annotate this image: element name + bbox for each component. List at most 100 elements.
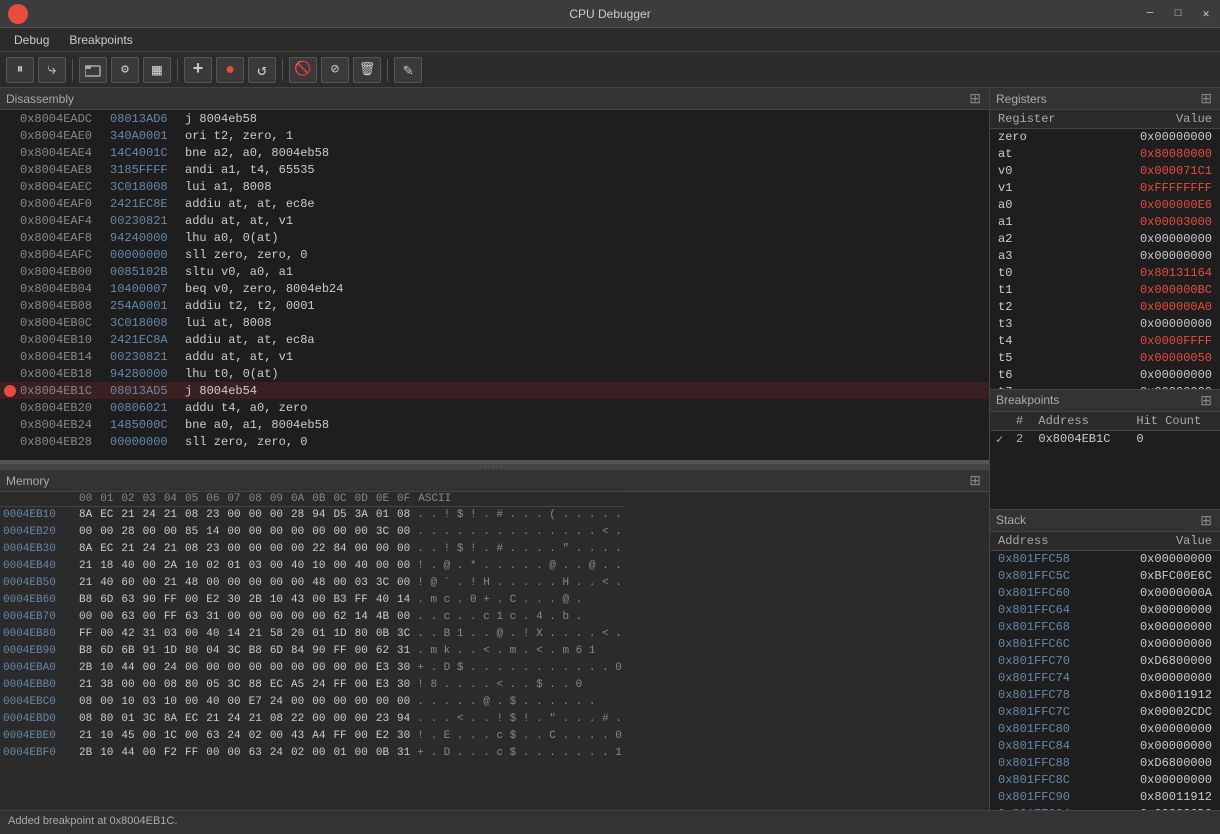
mem-cell[interactable]: 14 (202, 524, 223, 541)
mem-cell[interactable]: 00 (223, 660, 244, 677)
dis-row[interactable]: 0x8004EB102421EC8Aaddiu at, at, ec8a (0, 331, 989, 348)
mem-cell[interactable]: 40 (202, 694, 223, 711)
mem-cell[interactable]: 0B (372, 626, 393, 643)
stack-expand-icon[interactable]: ⊞ (1198, 512, 1214, 529)
mem-cell[interactable]: 40 (372, 592, 393, 609)
reg-row[interactable]: a00x000000E6 (990, 197, 1220, 214)
mem-cell[interactable]: 00 (287, 541, 308, 558)
bp-disable-button[interactable]: ⊘ (321, 57, 349, 83)
memory-row[interactable]: 0004EB108AEC21242108230000002894D53A0108… (0, 507, 625, 524)
mem-cell[interactable]: 10 (96, 728, 117, 745)
memory-content[interactable]: 000102030405060708090A0B0C0D0E0FASCII 00… (0, 492, 989, 810)
dis-row[interactable]: 0x8004EB1894280000lhu t0, 0(at) (0, 365, 989, 382)
mem-cell[interactable]: 00 (329, 660, 350, 677)
mem-cell[interactable]: 00 (96, 694, 117, 711)
mem-cell[interactable]: 00 (266, 609, 287, 626)
mem-cell[interactable]: 01 (223, 558, 244, 575)
mem-cell[interactable]: 21 (245, 711, 266, 728)
mem-cell[interactable]: 00 (181, 592, 202, 609)
mem-cell[interactable]: 00 (96, 626, 117, 643)
mem-cell[interactable]: 00 (351, 711, 372, 728)
dis-row[interactable]: 0x8004EAE414C4001Cbne a2, a0, 8004eb58 (0, 144, 989, 161)
mem-cell[interactable]: 40 (287, 558, 308, 575)
stack-row[interactable]: 0x801FFC8C0x00000000 (990, 771, 1220, 788)
mem-cell[interactable]: 00 (329, 694, 350, 711)
mem-cell[interactable]: 31 (139, 626, 160, 643)
stack-row[interactable]: 0x801FFC900x80011912 (990, 788, 1220, 805)
mem-cell[interactable]: 00 (393, 541, 414, 558)
mem-cell[interactable]: 4B (372, 609, 393, 626)
mem-cell[interactable]: 62 (329, 609, 350, 626)
mem-cell[interactable]: 00 (223, 524, 244, 541)
memory-row[interactable]: 0004EBD00880013C8AEC21242108220000002394… (0, 711, 625, 728)
dis-row[interactable]: 0x8004EB2000806021addu t4, a0, zero (0, 399, 989, 416)
memory-row[interactable]: 0004EB40211840002A1002010300401000400000… (0, 558, 625, 575)
mem-cell[interactable]: 00 (96, 524, 117, 541)
mem-cell[interactable]: 40 (351, 558, 372, 575)
mem-cell[interactable]: 23 (202, 541, 223, 558)
mem-cell[interactable]: FF (351, 592, 372, 609)
mem-cell[interactable]: 00 (329, 711, 350, 728)
mem-cell[interactable]: 00 (393, 694, 414, 711)
edit-button[interactable]: ✎ (394, 57, 422, 83)
mem-cell[interactable]: 28 (117, 524, 138, 541)
mem-cell[interactable]: 31 (393, 745, 414, 762)
settings-button[interactable]: ⚙ (111, 57, 139, 83)
mem-cell[interactable]: 08 (181, 541, 202, 558)
mem-cell[interactable]: 30 (223, 592, 244, 609)
mem-cell[interactable]: 14 (223, 626, 244, 643)
mem-cell[interactable]: 21 (75, 558, 96, 575)
mem-cell[interactable]: 00 (266, 728, 287, 745)
mem-cell[interactable]: 6D (96, 592, 117, 609)
mem-cell[interactable]: B8 (75, 592, 96, 609)
mem-cell[interactable]: 21 (75, 575, 96, 592)
mem-cell[interactable]: 00 (308, 609, 329, 626)
mem-cell[interactable]: 3C (223, 677, 244, 694)
mem-cell[interactable]: 00 (139, 745, 160, 762)
bp-clear-button[interactable]: 🚫 (289, 57, 317, 83)
mem-cell[interactable]: FF (75, 626, 96, 643)
mem-cell[interactable]: 24 (139, 507, 160, 524)
mem-cell[interactable]: E2 (372, 728, 393, 745)
mem-cell[interactable]: 00 (266, 541, 287, 558)
mem-cell[interactable]: 24 (139, 541, 160, 558)
mem-cell[interactable]: 45 (117, 728, 138, 745)
reg-row[interactable]: t60x00000000 (990, 367, 1220, 384)
mem-cell[interactable]: 00 (117, 677, 138, 694)
mem-cell[interactable]: 08 (160, 677, 181, 694)
mem-cell[interactable]: 30 (393, 660, 414, 677)
mem-cell[interactable]: FF (329, 677, 350, 694)
mem-cell[interactable]: 3C (372, 575, 393, 592)
mem-cell[interactable]: 63 (117, 609, 138, 626)
mem-cell[interactable]: 44 (117, 660, 138, 677)
reg-row[interactable]: at0x80080000 (990, 146, 1220, 163)
mem-cell[interactable]: 63 (181, 609, 202, 626)
mem-cell[interactable]: 00 (351, 643, 372, 660)
mem-cell[interactable]: 00 (96, 609, 117, 626)
dis-row[interactable]: 0x8004EAFC00000000sll zero, zero, 0 (0, 246, 989, 263)
memory-row[interactable]: 0004EB5021406000214800000000004800033C00… (0, 575, 625, 592)
mem-cell[interactable]: 00 (287, 694, 308, 711)
dis-row[interactable]: 0x8004EAE0340A0001ori t2, zero, 1 (0, 127, 989, 144)
reg-row[interactable]: t00x80131164 (990, 265, 1220, 282)
mem-cell[interactable]: 10 (160, 694, 181, 711)
mem-cell[interactable]: 00 (139, 575, 160, 592)
mem-cell[interactable]: 38 (96, 677, 117, 694)
mem-cell[interactable]: 00 (351, 694, 372, 711)
mem-cell[interactable]: 03 (351, 575, 372, 592)
mem-cell[interactable]: 3C (372, 524, 393, 541)
dis-row[interactable]: 0x8004EB2800000000sll zero, zero, 0 (0, 433, 989, 450)
mem-cell[interactable]: 31 (393, 643, 414, 660)
dis-row[interactable]: 0x8004EB0410400007beq v0, zero, 8004eb24 (0, 280, 989, 297)
mem-cell[interactable]: 02 (202, 558, 223, 575)
mem-cell[interactable]: E3 (372, 660, 393, 677)
mem-cell[interactable]: 14 (393, 592, 414, 609)
mem-cell[interactable]: 00 (139, 728, 160, 745)
mem-cell[interactable]: 00 (202, 745, 223, 762)
mem-cell[interactable]: 05 (202, 677, 223, 694)
mem-cell[interactable]: 8A (160, 711, 181, 728)
mem-cell[interactable]: 00 (329, 575, 350, 592)
mem-cell[interactable]: 91 (139, 643, 160, 660)
mem-cell[interactable]: FF (160, 609, 181, 626)
mem-cell[interactable]: D5 (329, 507, 350, 524)
